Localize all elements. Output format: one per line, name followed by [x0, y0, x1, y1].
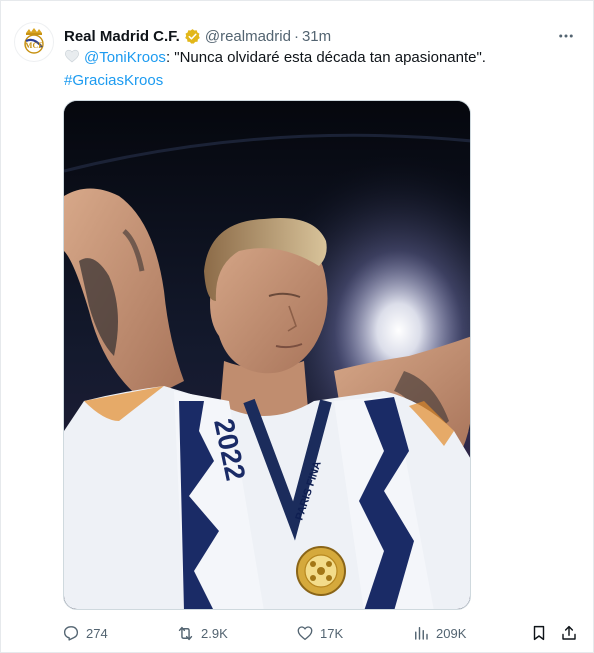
verified-gold-badge-icon[interactable]	[184, 28, 201, 45]
like-button[interactable]: 17K	[296, 620, 343, 646]
bookmark-icon	[533, 625, 545, 641]
separator-dot: ·	[293, 27, 299, 45]
white-heart-emoji-icon	[64, 48, 80, 70]
reply-button[interactable]: 274	[62, 620, 108, 646]
heart-icon	[297, 626, 313, 641]
views-button[interactable]: 209K	[412, 620, 466, 646]
repost-icon	[178, 626, 193, 640]
more-options-button[interactable]	[554, 24, 578, 48]
share-icon	[562, 625, 576, 640]
tweet-photo[interactable]: 2022 PARIS FINA	[63, 100, 471, 610]
photo-image: 2022 PARIS FINA	[64, 101, 470, 609]
avatar[interactable]: MCF	[14, 22, 54, 62]
mention-link[interactable]: @ToniKroos	[84, 49, 166, 66]
repost-button[interactable]: 2.9K	[176, 620, 228, 646]
reply-icon	[63, 626, 79, 641]
tweet-quote-text: : "Nunca olvidaré esta década tan apasio…	[165, 49, 486, 66]
more-horizontal-icon	[559, 34, 573, 38]
tweet-header: Real Madrid C.F. @realmadrid · 31m	[64, 26, 574, 46]
handle[interactable]: @realmadrid	[205, 28, 291, 45]
timestamp[interactable]: 31m	[302, 28, 331, 45]
tweet-actions: 274 2.9K 17K 209K	[60, 620, 584, 646]
share-button[interactable]	[560, 620, 578, 646]
views-chart-icon	[415, 627, 428, 640]
like-count: 17K	[320, 625, 344, 641]
real-madrid-crest-icon: MCF	[24, 28, 44, 54]
tweet: MCF Real Madrid C.F. @realmadrid · 31m @…	[0, 0, 594, 653]
hashtag-link[interactable]: #GraciasKroos	[64, 72, 163, 89]
reply-count: 274	[86, 625, 108, 641]
tweet-text: @ToniKroos: "Nunca olvidaré esta década …	[64, 47, 564, 91]
views-count: 209K	[436, 625, 467, 641]
display-name[interactable]: Real Madrid C.F.	[64, 28, 180, 45]
bookmark-button[interactable]	[530, 620, 548, 646]
svg-text:MCF: MCF	[25, 41, 43, 50]
repost-count: 2.9K	[201, 625, 228, 641]
